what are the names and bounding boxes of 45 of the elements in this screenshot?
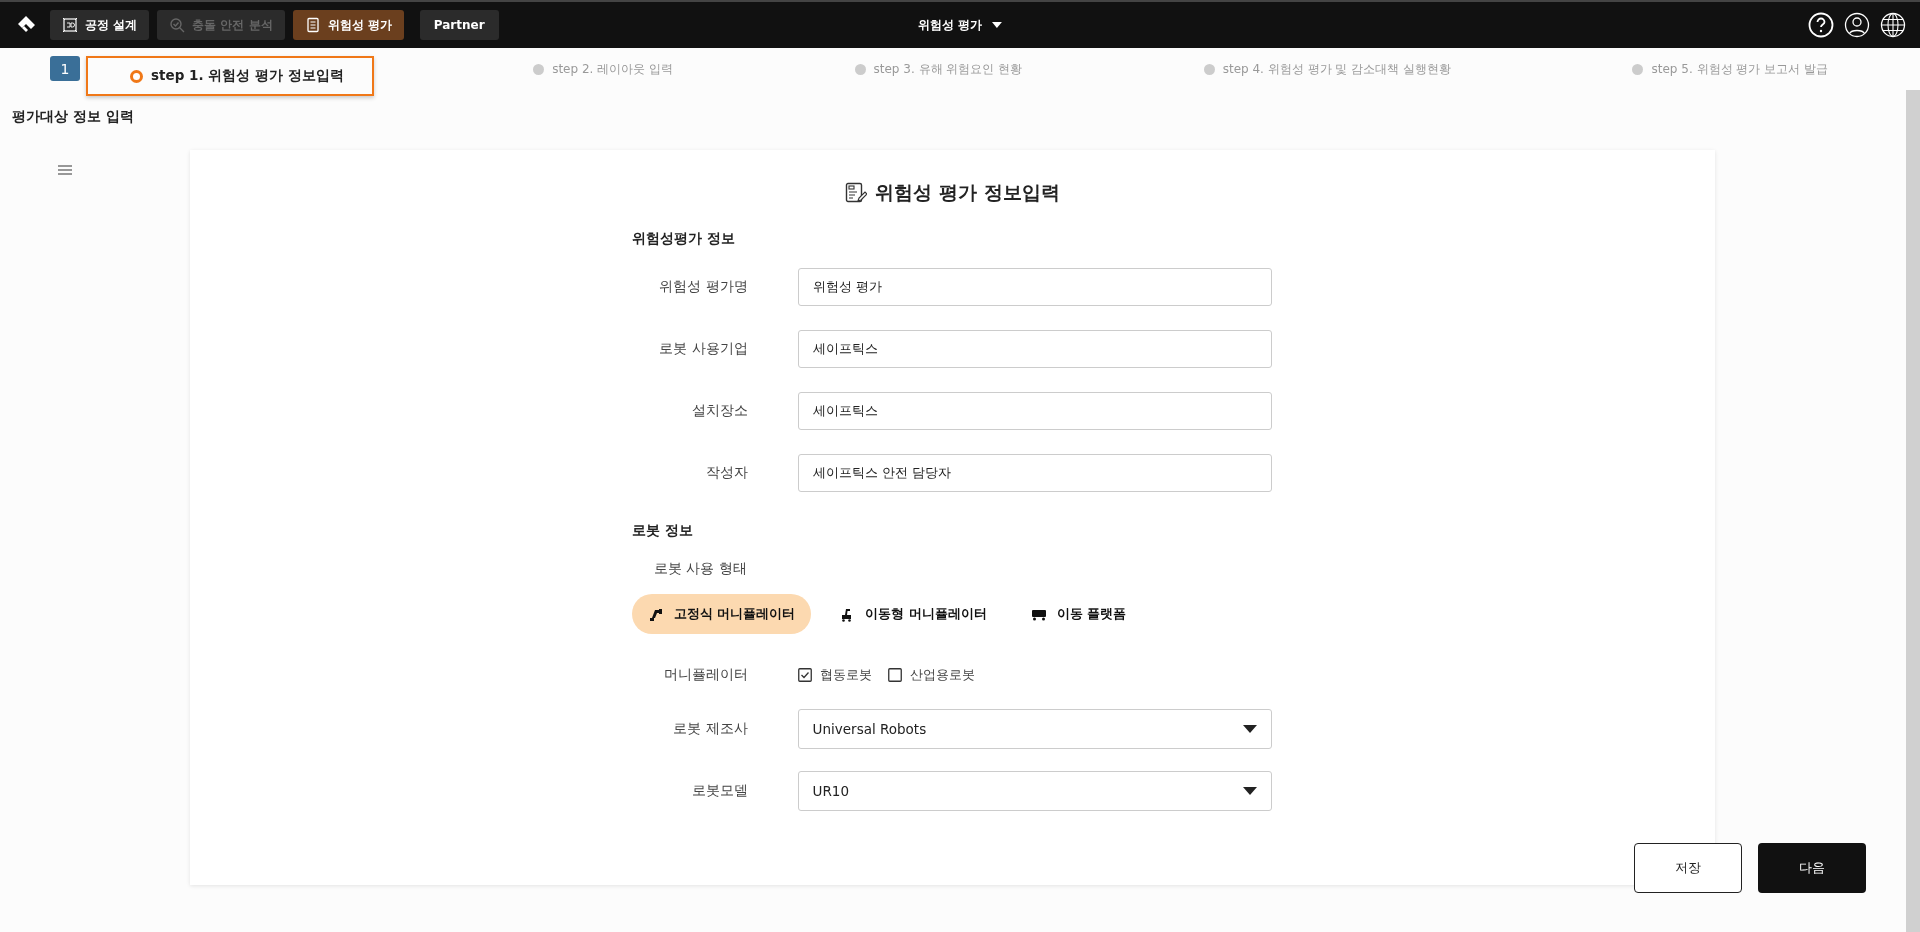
step-tab[interactable]: step 1. 위험성 평가 정보입력 xyxy=(86,56,374,96)
text-field[interactable]: 세이프틱스 xyxy=(797,392,1272,430)
text-field[interactable]: 세이프틱스 xyxy=(797,330,1272,368)
nav-tab[interactable]: 공정 설계 xyxy=(50,10,150,40)
menu-icon[interactable] xyxy=(58,165,72,175)
nav-tab[interactable]: Partner xyxy=(419,10,499,40)
field-label: 위험성 평가명 xyxy=(658,278,748,296)
checkbox-option[interactable]: 협동로봇 xyxy=(798,666,872,684)
field-label: 머니퓰레이터 xyxy=(663,666,748,684)
cube-frame-icon xyxy=(62,17,78,33)
logo-icon[interactable] xyxy=(16,15,36,35)
globe-icon[interactable] xyxy=(1880,12,1906,38)
module-dropdown[interactable]: 위험성 평가 xyxy=(911,15,1009,35)
field-label: 로봇 제조사 xyxy=(672,720,748,738)
select-field[interactable]: UR10 xyxy=(797,771,1272,811)
step-number-badge: 1 xyxy=(50,56,80,81)
help-icon[interactable] xyxy=(1808,12,1834,38)
text-field[interactable]: 세이프틱스 안전 담당자 xyxy=(797,454,1272,492)
dropdown-caret-icon xyxy=(1243,787,1257,795)
form-edit-icon xyxy=(845,182,868,204)
document-icon xyxy=(304,17,321,33)
caret-icon xyxy=(992,22,1003,28)
dropdown-caret-icon xyxy=(1243,725,1257,733)
user-icon[interactable] xyxy=(1844,12,1870,38)
robot-type-option[interactable]: 이동형 머니퓰레이터 xyxy=(823,594,1003,634)
field-label: 작성자 xyxy=(704,464,748,482)
robot-type-option[interactable]: 이동 플랫폼 xyxy=(1014,594,1143,634)
checkbox-option[interactable]: 산업용로봇 xyxy=(888,666,975,684)
nav-tab[interactable]: 위험성 평가 xyxy=(292,10,404,40)
search-check-icon xyxy=(169,17,186,33)
text-field[interactable]: 위험성 평가 xyxy=(797,268,1272,306)
field-label: 설치장소 xyxy=(690,402,748,420)
section-heading: 위험성평가 정보 xyxy=(632,230,736,248)
next-button[interactable]: 다음 xyxy=(1758,843,1866,893)
save-button[interactable]: 저장 xyxy=(1634,843,1742,893)
robot-type-option[interactable]: 고정식 머니퓰레이터 xyxy=(632,594,812,634)
select-field[interactable]: Universal Robots xyxy=(797,709,1272,749)
section-heading: 로봇 정보 xyxy=(632,522,694,540)
scrollbar[interactable] xyxy=(1906,90,1920,932)
page-title: 평가대상 정보 입력 xyxy=(11,108,135,126)
field-label: 로봇모델 xyxy=(690,782,748,800)
robot-arm-icon xyxy=(648,606,664,622)
field-label: 로봇 사용기업 xyxy=(658,340,748,358)
field-label: 로봇 사용 형태 xyxy=(653,560,748,578)
form-title: 위험성 평가 정보입력 xyxy=(875,180,1060,205)
